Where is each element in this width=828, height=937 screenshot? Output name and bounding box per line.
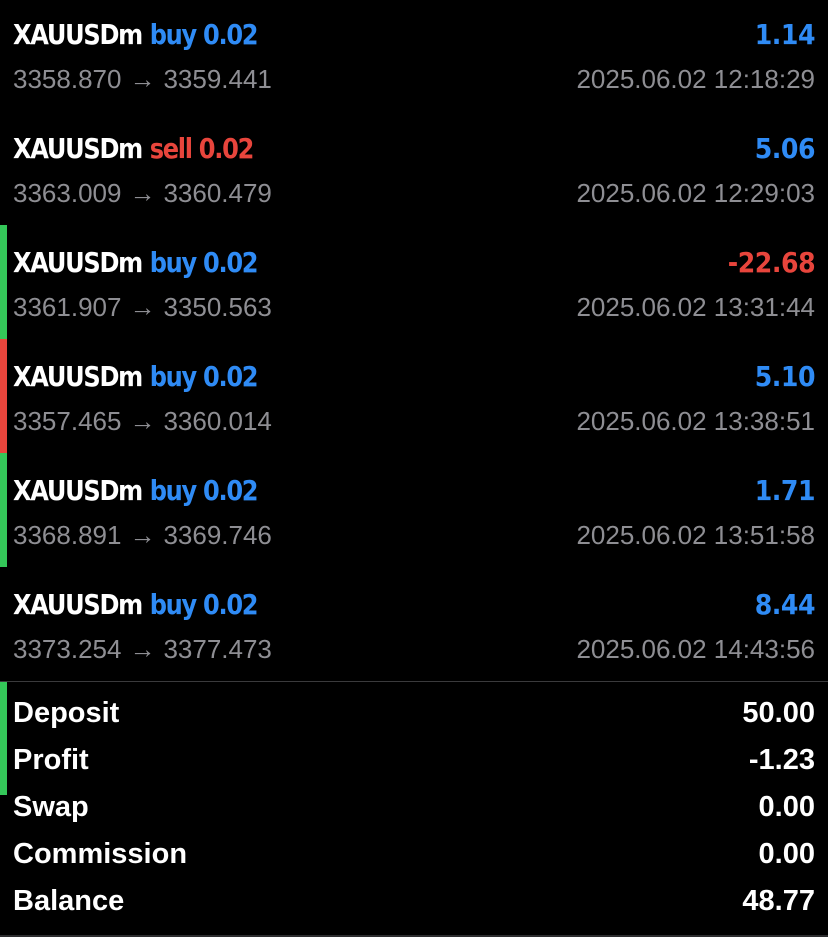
open-price: 3358.870: [13, 63, 122, 94]
open-price: 3373.254: [13, 633, 122, 664]
balance-label: Balance: [13, 885, 125, 917]
trade-prices: 3363.009 → 3360.479: [13, 178, 272, 209]
arrow-right-icon: →: [129, 291, 156, 322]
trade-symbol-line: XAUUSDm buy 0.02: [13, 587, 259, 621]
trade-profit: 5.06: [754, 131, 816, 165]
trade-side: buy 0.02: [149, 245, 259, 279]
trade-symbol: XAUUSDm: [13, 131, 143, 165]
arrow-right-icon: →: [129, 63, 156, 94]
swap-label: Swap: [13, 791, 89, 823]
trade-symbol-line: XAUUSDm buy 0.02: [13, 359, 259, 393]
profit-value: -1.23: [748, 744, 815, 776]
close-price: 3350.563: [163, 291, 272, 322]
trade-row[interactable]: XAUUSDm buy 0.02 1.71 3368.891 → 3369.746 2…: [0, 456, 828, 570]
trade-side: sell 0.02: [149, 131, 255, 165]
trade-side: buy 0.02: [149, 473, 259, 507]
trade-prices: 3373.254 → 3377.473: [13, 634, 272, 665]
trade-prices: 3357.465 → 3360.014: [13, 406, 272, 437]
trade-side: buy 0.02: [149, 17, 259, 51]
commission-value: 0.00: [758, 838, 815, 870]
trade-side: buy 0.02: [149, 359, 259, 393]
close-price: 3360.479: [163, 177, 272, 208]
commission-label: Commission: [13, 838, 188, 870]
trade-row[interactable]: XAUUSDm sell 0.02 5.06 3363.009 → 3360.479 …: [0, 114, 828, 339]
open-price: 3357.465: [13, 405, 122, 436]
deposit-label: Deposit: [13, 697, 120, 729]
balance-value: 48.77: [742, 885, 815, 917]
open-price: 3361.907: [13, 291, 122, 322]
arrow-right-icon: →: [129, 519, 156, 550]
account-summary: Deposit 50.00 Profit -1.23 Swap 0.00 Com…: [13, 690, 815, 925]
trade-profit: 1.71: [754, 473, 816, 507]
arrow-right-icon: →: [129, 405, 156, 436]
trade-symbol-line: XAUUSDm buy 0.02: [13, 245, 259, 279]
swap-value: 0.00: [758, 791, 815, 823]
open-price: 3368.891: [13, 519, 122, 550]
summary-row-balance: Balance 48.77: [13, 878, 815, 925]
summary-row-commission: Commission 0.00: [13, 831, 815, 878]
trade-row[interactable]: XAUUSDm buy 0.02 5.10 3357.465 → 3360.014 2…: [0, 342, 828, 567]
close-price: 3359.441: [163, 63, 272, 94]
trade-prices: 3368.891 → 3369.746: [13, 520, 272, 551]
close-price: 3377.473: [163, 633, 272, 664]
trade-symbol-line: XAUUSDm buy 0.02: [13, 473, 259, 507]
trade-symbol-line: XAUUSDm sell 0.02: [13, 131, 255, 165]
trade-row[interactable]: XAUUSDm buy 0.02 8.44 3373.254 → 3377.473 2…: [0, 570, 828, 795]
trade-symbol-line: XAUUSDm buy 0.02: [13, 17, 259, 51]
trade-time: 2025.06.02 13:31:44: [576, 291, 815, 322]
summary-row-deposit: Deposit 50.00: [13, 690, 815, 737]
trade-time: 2025.06.02 13:51:58: [576, 519, 815, 550]
trade-time: 2025.06.02 13:38:51: [576, 405, 815, 436]
trade-symbol: XAUUSDm: [13, 359, 143, 393]
arrow-right-icon: →: [129, 177, 156, 208]
profit-label: Profit: [13, 744, 89, 776]
trade-symbol: XAUUSDm: [13, 17, 143, 51]
trade-row[interactable]: XAUUSDm buy 0.02 -22.68 3361.907 → 3350.563…: [0, 228, 828, 453]
summary-row-swap: Swap 0.00: [13, 784, 815, 831]
trade-profit: 8.44: [754, 587, 816, 621]
trade-symbol: XAUUSDm: [13, 587, 143, 621]
trade-symbol: XAUUSDm: [13, 245, 143, 279]
trade-prices: 3358.870 → 3359.441: [13, 64, 272, 95]
close-price: 3369.746: [163, 519, 272, 550]
trade-time: 2025.06.02 14:43:56: [576, 633, 815, 664]
summary-divider: [0, 681, 828, 682]
trade-status-indicator: [0, 681, 7, 795]
trade-row[interactable]: XAUUSDm buy 0.02 1.14 3358.870 → 3359.441 2…: [0, 0, 828, 114]
close-price: 3360.014: [163, 405, 272, 436]
summary-row-profit: Profit -1.23: [13, 737, 815, 784]
trade-prices: 3361.907 → 3350.563: [13, 292, 272, 323]
trade-profit: -22.68: [727, 245, 816, 279]
trade-profit: 5.10: [754, 359, 816, 393]
trade-time: 2025.06.02 12:18:29: [576, 63, 815, 94]
trade-history-list: XAUUSDm buy 0.02 1.14 3358.870 → 3359.441 2…: [0, 0, 828, 795]
arrow-right-icon: →: [129, 633, 156, 664]
open-price: 3363.009: [13, 177, 122, 208]
trade-symbol: XAUUSDm: [13, 473, 143, 507]
trade-profit: 1.14: [754, 17, 816, 51]
trade-time: 2025.06.02 12:29:03: [576, 177, 815, 208]
deposit-value: 50.00: [742, 697, 815, 729]
trade-side: buy 0.02: [149, 587, 259, 621]
